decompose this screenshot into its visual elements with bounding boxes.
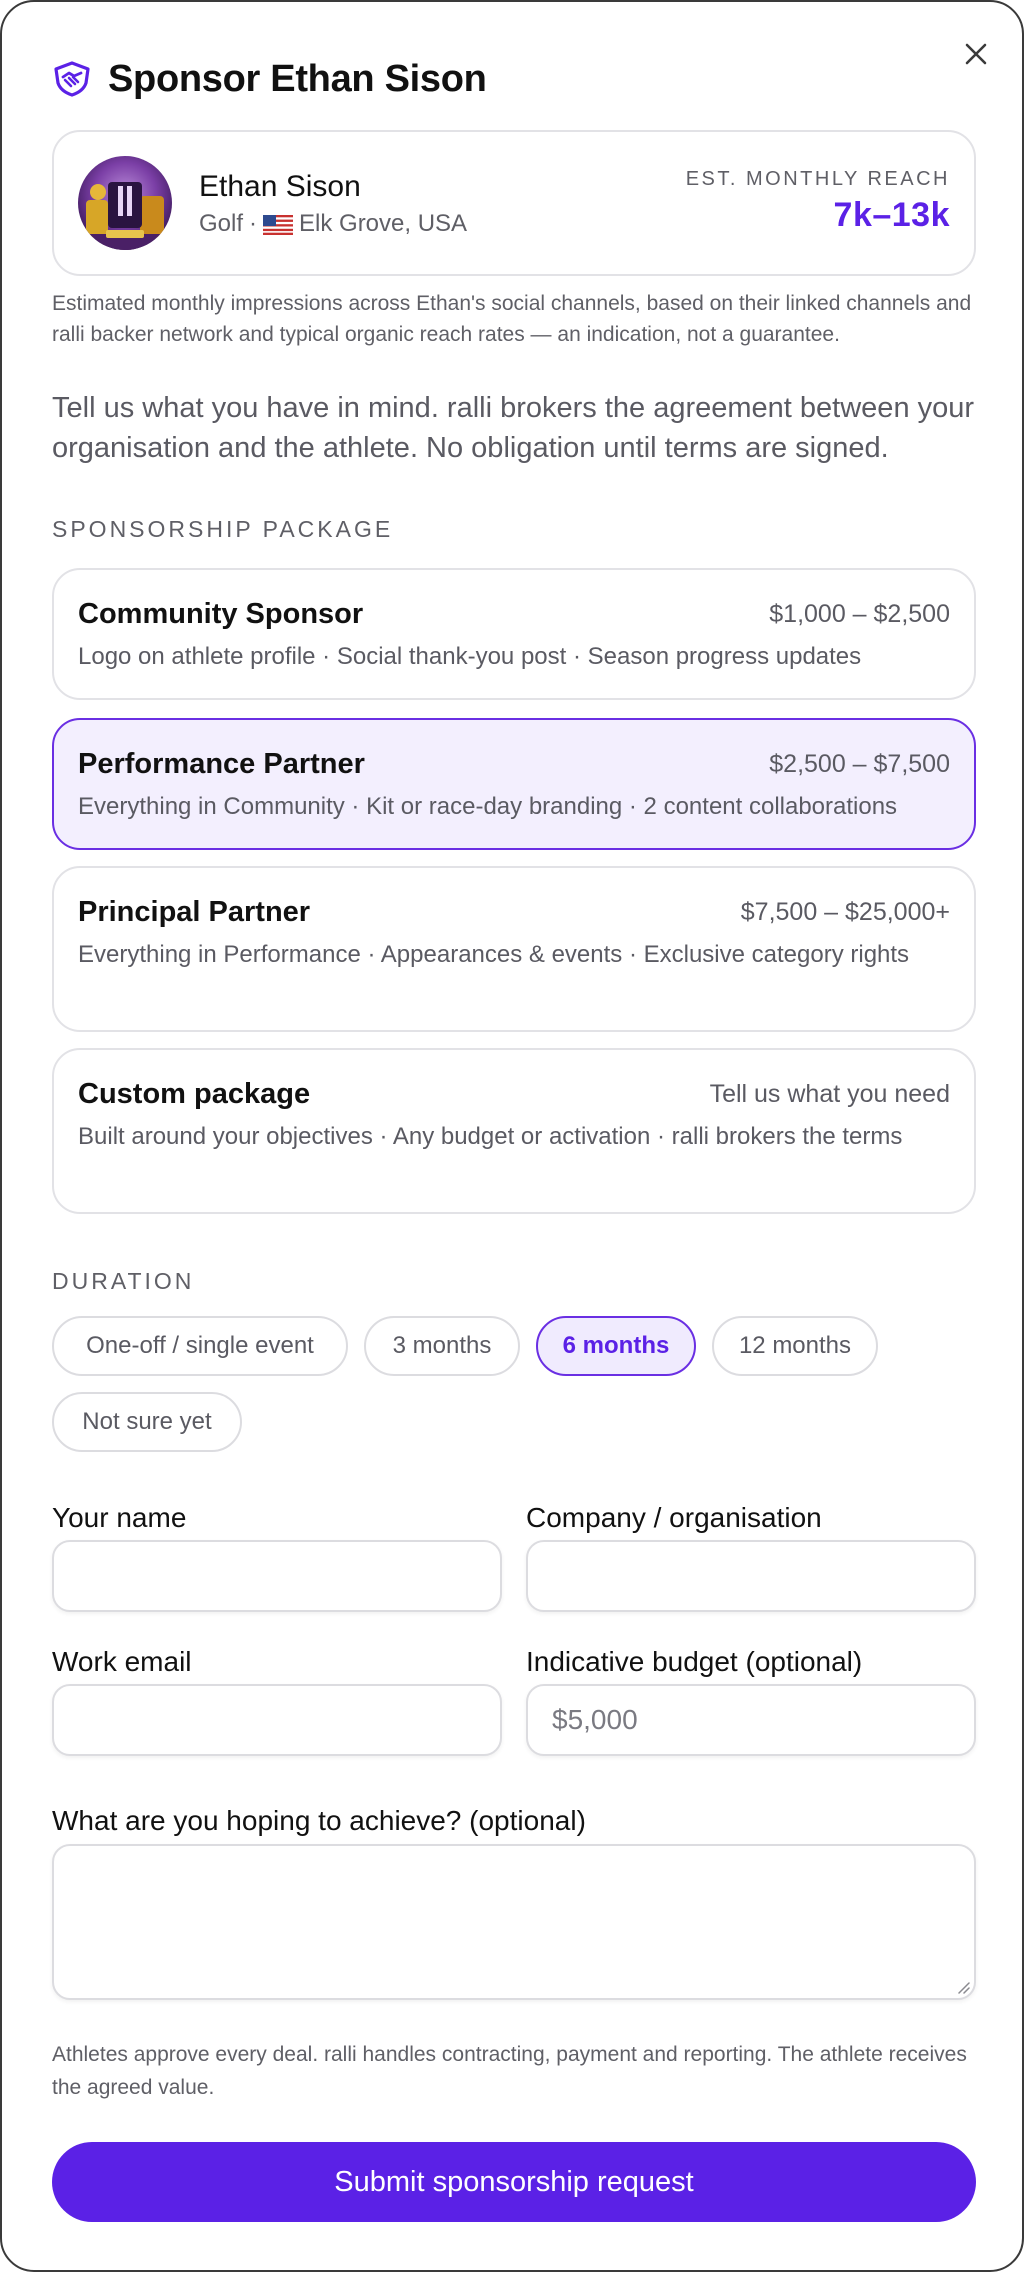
package-description: Everything in Community · Kit or race-da… [78, 793, 898, 820]
name-field[interactable] [52, 1540, 502, 1612]
modal-title: Sponsor Ethan Sison [108, 57, 487, 100]
goals-textarea[interactable] [52, 1844, 976, 2000]
duration-section-label: DURATION [52, 1268, 195, 1294]
package-name: Custom package [78, 1078, 311, 1110]
avatar [78, 156, 172, 250]
reach-value: 7k–13k [833, 196, 950, 234]
meta-separator: · [249, 210, 258, 237]
duration-chip-3-months[interactable]: 3 months [364, 1316, 520, 1376]
package-name: Performance Partner [78, 748, 365, 780]
duration-chip-one-off[interactable]: One-off / single event [52, 1316, 348, 1376]
package-price: Tell us what you need [709, 1080, 950, 1108]
package-price: $7,500 – $25,000+ [740, 898, 950, 926]
name-label: Your name [52, 1502, 187, 1533]
intro-text: Tell us what you have in mind. ralli bro… [52, 392, 975, 464]
package-price: $1,000 – $2,500 [769, 600, 950, 628]
package-price: $2,500 – $7,500 [769, 750, 950, 778]
sponsor-modal: Sponsor Ethan Sison Ethan Sison Golf · E… [0, 0, 1024, 2272]
package-option-principal[interactable]: Principal Partner $7,500 – $25,000+ Ever… [52, 866, 976, 1032]
footnote: Athletes approve every deal. ralli handl… [52, 2043, 967, 2099]
reach-note: Estimated monthly impressions across Eth… [52, 292, 972, 346]
handshake-shield-icon [52, 59, 92, 99]
close-icon[interactable] [958, 36, 994, 72]
duration-chip-6-months[interactable]: 6 months [536, 1316, 696, 1376]
athlete-meta: Golf · Elk Grove, USA [199, 210, 467, 238]
package-option-community[interactable]: Community Sponsor $1,000 – $2,500 Logo o… [52, 568, 976, 700]
package-description: Everything in Performance · Appearances … [78, 941, 910, 968]
package-option-custom[interactable]: Custom package Tell us what you need Bui… [52, 1048, 976, 1214]
submit-button[interactable]: Submit sponsorship request [52, 2142, 976, 2222]
reach-label: EST. MONTHLY REACH [685, 168, 950, 190]
athlete-location: Elk Grove, USA [299, 210, 468, 237]
us-flag-icon [263, 214, 294, 235]
resize-grip-icon[interactable] [954, 1978, 970, 1994]
modal-header: Sponsor Ethan Sison [52, 54, 487, 104]
company-field[interactable] [526, 1540, 976, 1612]
package-name: Community Sponsor [78, 598, 364, 630]
package-name: Principal Partner [78, 896, 311, 928]
email-field[interactable] [52, 1684, 502, 1756]
athlete-sport: Golf [199, 210, 244, 237]
goals-label: What are you hoping to achieve? (optiona… [52, 1805, 586, 1836]
package-section-label: SPONSORSHIP PACKAGE [52, 516, 394, 542]
package-description: Built around your objectives · Any budge… [78, 1123, 903, 1150]
duration-chip-12-months[interactable]: 12 months [712, 1316, 878, 1376]
budget-label: Indicative budget (optional) [526, 1646, 863, 1677]
email-label: Work email [52, 1646, 192, 1677]
package-option-performance[interactable]: Performance Partner $2,500 – $7,500 Ever… [52, 718, 976, 850]
company-label: Company / organisation [526, 1502, 822, 1533]
duration-chip-not-sure[interactable]: Not sure yet [52, 1392, 242, 1452]
athlete-card: Ethan Sison Golf · Elk Grove, USA EST. M… [52, 130, 976, 276]
budget-field[interactable] [526, 1684, 976, 1756]
package-description: Logo on athlete profile · Social thank-y… [78, 643, 862, 670]
athlete-name: Ethan Sison [199, 170, 361, 203]
